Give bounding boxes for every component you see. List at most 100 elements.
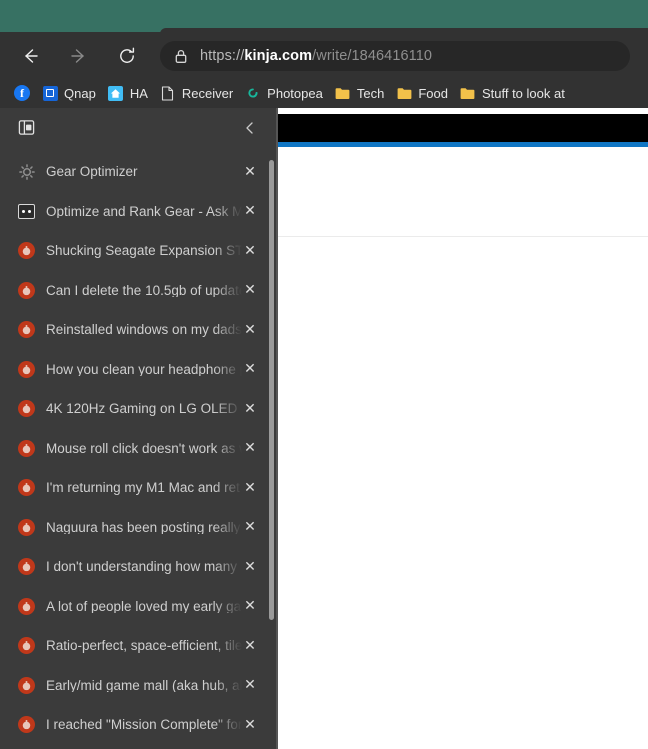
qnap-icon [42, 85, 58, 101]
reddit-icon [18, 716, 35, 734]
tab-item[interactable]: Naguura has been posting really ✕ [0, 508, 278, 548]
sidebar-scrollbar[interactable] [269, 160, 274, 620]
sidebar-edge [276, 108, 278, 749]
bookmark-ha[interactable]: HA [102, 81, 154, 105]
tab-title: Can I delete the 10.5gb of update [46, 283, 242, 297]
bookmark-label: Stuff to look at [481, 85, 565, 101]
bookmarks-bar: f Qnap HA Receiver Photopea Tech Food St… [0, 78, 648, 108]
tab-item[interactable]: I'm returning my M1 Mac and ret ✕ [0, 468, 278, 508]
tab-item[interactable]: Optimize and Rank Gear - Ask M ✕ [0, 192, 278, 232]
tab-close-button[interactable]: ✕ [240, 478, 260, 498]
folder-icon [335, 85, 351, 101]
tab-item[interactable]: Ratio-perfect, space-efficient, tile ✕ [0, 626, 278, 666]
tab-title: 4K 120Hz Gaming on LG OLED W [46, 402, 242, 416]
home-assistant-icon [108, 85, 124, 101]
tab-item[interactable]: 4K 120Hz Gaming on LG OLED W ✕ [0, 389, 278, 429]
tab-title: A lot of people loved my early ga [46, 599, 242, 613]
photopea-icon [245, 85, 261, 101]
arrow-right-icon [69, 46, 89, 66]
arrow-left-icon [20, 46, 40, 66]
bookmark-photopea[interactable]: Photopea [239, 81, 329, 105]
tab-item[interactable]: I don't understanding how many ✕ [0, 547, 278, 587]
bookmark-label: HA [129, 85, 148, 101]
tab-title: Optimize and Rank Gear - Ask M [46, 204, 242, 218]
gear-icon [18, 163, 35, 180]
reddit-icon [18, 321, 35, 339]
reddit-icon [18, 558, 35, 576]
site-header-bar [278, 114, 648, 142]
tab-close-button[interactable]: ✕ [240, 320, 260, 340]
url-host: kinja.com [244, 47, 313, 64]
tab-close-button[interactable]: ✕ [240, 715, 260, 735]
tab-close-button[interactable]: ✕ [240, 162, 260, 182]
tab-close-button[interactable]: ✕ [240, 241, 260, 261]
tab-close-button[interactable]: ✕ [240, 201, 260, 221]
tab-list[interactable]: Gear Optimizer ✕ Optimize and Rank Gear - … [0, 152, 278, 749]
tab-title: I don't understanding how many [46, 560, 237, 574]
tab-item[interactable]: Reinstalled windows on my dads ✕ [0, 310, 278, 350]
page-icon [160, 85, 176, 101]
folder-icon [460, 85, 476, 101]
tab-title: Reinstalled windows on my dads [46, 323, 242, 337]
tab-item[interactable]: Can I delete the 10.5gb of update ✕ [0, 271, 278, 311]
reddit-icon [18, 400, 35, 418]
tab-close-button[interactable]: ✕ [240, 636, 260, 656]
tab-item[interactable]: Mouse roll click doesn't work as w ✕ [0, 429, 278, 469]
tab-close-button[interactable]: ✕ [240, 280, 260, 300]
sidebar-header [0, 108, 278, 152]
tab-item[interactable]: How you clean your headphone p ✕ [0, 350, 278, 390]
site-accent-bar [278, 142, 648, 147]
tab-item[interactable]: Early/mid game mall (aka hub, ak ✕ [0, 666, 278, 706]
tab-title: Shucking Seagate Expansion STE [46, 244, 242, 258]
tab-title: Gear Optimizer [46, 165, 138, 179]
tab-close-button[interactable]: ✕ [240, 517, 260, 537]
tab-close-button[interactable]: ✕ [240, 596, 260, 616]
bookmark-folder-stuff-to-look-at[interactable]: Stuff to look at [454, 81, 571, 105]
reddit-icon [18, 676, 35, 694]
reload-icon [117, 46, 137, 66]
browser-window: https://kinja.com/write/1846416110 f Qna… [0, 0, 648, 749]
dark-site-icon [18, 203, 35, 220]
tab-title: I'm returning my M1 Mac and ret [46, 481, 240, 495]
forward-button[interactable] [64, 41, 94, 71]
tab-title: How you clean your headphone p [46, 362, 242, 376]
vertical-tabs-icon [18, 119, 35, 141]
collapse-sidebar-button[interactable] [236, 117, 264, 143]
url-text: https://kinja.com/write/1846416110 [200, 49, 432, 64]
tab-close-button[interactable]: ✕ [240, 557, 260, 577]
url-path: /write/1846416110 [312, 47, 433, 64]
bookmark-facebook[interactable]: f [8, 81, 36, 105]
facebook-icon: f [14, 85, 30, 101]
tab-title: I reached "Mission Complete" for [46, 718, 242, 732]
tab-title: Ratio-perfect, space-efficient, tile [46, 639, 242, 653]
site-divider [278, 236, 648, 237]
reload-button[interactable] [112, 41, 142, 71]
tab-close-button[interactable]: ✕ [240, 438, 260, 458]
folder-icon [396, 85, 412, 101]
reddit-icon [18, 479, 35, 497]
tab-item[interactable]: A lot of people loved my early ga ✕ [0, 587, 278, 627]
tab-close-button[interactable]: ✕ [240, 675, 260, 695]
tab-item[interactable]: I reached "Mission Complete" for ✕ [0, 705, 278, 745]
bookmark-qnap[interactable]: Qnap [36, 81, 102, 105]
tab-title: Early/mid game mall (aka hub, ak [46, 678, 242, 692]
reddit-icon [18, 518, 35, 536]
address-bar[interactable]: https://kinja.com/write/1846416110 [160, 41, 630, 71]
vertical-tabs-toggle-button[interactable] [12, 117, 40, 143]
bookmark-label: Receiver [181, 85, 234, 101]
bookmark-label: Food [418, 85, 448, 101]
back-button[interactable] [15, 41, 45, 71]
bookmark-label: Qnap [64, 85, 96, 101]
tab-item[interactable]: Shucking Seagate Expansion STE ✕ [0, 231, 278, 271]
reddit-icon [18, 637, 35, 655]
chevron-left-icon [242, 120, 258, 141]
bookmark-folder-food[interactable]: Food [390, 81, 454, 105]
reddit-icon [18, 597, 35, 615]
bookmark-receiver[interactable]: Receiver [154, 81, 239, 105]
page-content [278, 108, 648, 749]
tab-close-button[interactable]: ✕ [240, 399, 260, 419]
tab-item[interactable]: Gear Optimizer ✕ [0, 152, 278, 192]
tab-close-button[interactable]: ✕ [240, 359, 260, 379]
bookmark-folder-tech[interactable]: Tech [329, 81, 390, 105]
bookmark-label: Photopea [267, 85, 323, 101]
